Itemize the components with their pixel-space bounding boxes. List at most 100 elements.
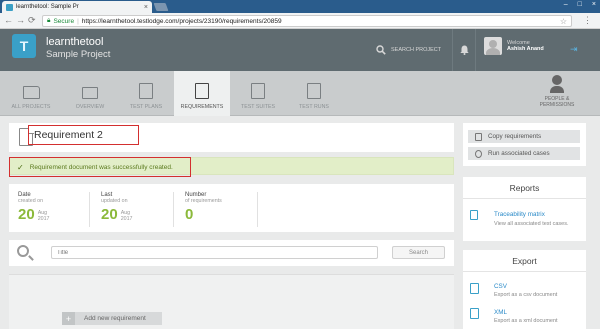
add-requirement-button[interactable]: + Add new requirement bbox=[62, 312, 162, 325]
divider bbox=[173, 192, 174, 227]
add-requirement-label: Add new requirement bbox=[84, 315, 146, 322]
reload-icon[interactable]: ⟳ bbox=[28, 15, 36, 26]
check-icon: ✓ bbox=[17, 162, 24, 172]
lock-icon: 🔒︎ bbox=[47, 17, 51, 24]
list-document-icon bbox=[251, 83, 265, 99]
run-icon bbox=[475, 149, 482, 158]
minimize-icon[interactable]: – bbox=[564, 1, 568, 8]
monitor-icon bbox=[82, 87, 98, 99]
page-title: Requirement 2 bbox=[28, 125, 139, 145]
xml-export-link[interactable]: XML bbox=[494, 309, 507, 316]
success-message: ✓ Requirement document was successfully … bbox=[9, 157, 191, 177]
stat-created: Date created on 20 Aug 2017 bbox=[18, 192, 49, 222]
traceability-description: View all associated test cases. bbox=[494, 221, 569, 227]
url-text: https://learnthetool.testlodge.com/proje… bbox=[81, 17, 282, 25]
run-associated-cases-label: Run associated cases bbox=[488, 150, 550, 157]
stats-panel: Date created on 20 Aug 2017 Last updated… bbox=[9, 184, 454, 232]
tab-test-plans[interactable]: TEST PLANS bbox=[118, 71, 174, 116]
stat-value: 20 bbox=[101, 206, 118, 223]
back-icon[interactable]: ← bbox=[4, 15, 13, 25]
success-text: Requirement document was successfully cr… bbox=[29, 163, 173, 171]
csv-file-icon bbox=[470, 283, 479, 294]
reports-heading: Reports bbox=[463, 177, 586, 199]
browser-tab-bar: learnthetool: Sample Pr × – □ × bbox=[0, 0, 600, 13]
csv-export-description: Export as a csv document bbox=[494, 292, 558, 298]
copy-requirements-label: Copy requirements bbox=[488, 133, 542, 140]
stat-sublabel: created on bbox=[18, 198, 44, 204]
search-project-button[interactable]: SEARCH PROJECT bbox=[370, 29, 448, 71]
divider bbox=[89, 192, 90, 227]
tab-test-suites[interactable]: TEST SUITES bbox=[230, 71, 286, 116]
bell-icon bbox=[459, 45, 469, 55]
tab-label: ALL PROJECTS bbox=[11, 104, 51, 110]
requirement-title-panel: Requirement 2 bbox=[9, 123, 454, 152]
tab-label-line2: PERMISSIONS bbox=[539, 102, 575, 108]
csv-export-link[interactable]: CSV bbox=[494, 283, 507, 290]
tab-label: TEST PLANS bbox=[129, 104, 163, 110]
plus-icon: + bbox=[62, 312, 75, 325]
address-bar: ← → ⟳ 🔒︎ Secure | https://learnthetool.t… bbox=[0, 13, 600, 29]
tab-label: REQUIREMENTS bbox=[180, 104, 224, 110]
checklist-icon bbox=[307, 83, 321, 99]
new-tab-button[interactable] bbox=[153, 3, 169, 11]
avatar bbox=[484, 37, 502, 55]
user-name: Ashish Anand bbox=[507, 46, 544, 52]
person-body-icon bbox=[550, 86, 564, 93]
project-name: Sample Project bbox=[46, 49, 111, 60]
window-controls: – □ × bbox=[564, 1, 596, 8]
favicon-icon bbox=[6, 3, 13, 11]
stat-value: 0 bbox=[185, 206, 194, 223]
search-panel: Search bbox=[9, 240, 454, 266]
xml-file-icon bbox=[470, 308, 479, 319]
run-associated-cases-button[interactable]: Run associated cases bbox=[468, 147, 580, 160]
stat-year: 2017 bbox=[120, 216, 133, 222]
logo-letter: T bbox=[19, 38, 29, 54]
search-button[interactable]: Search bbox=[392, 246, 445, 259]
app-logo[interactable]: T bbox=[12, 34, 36, 58]
tab-people-permissions[interactable]: PEOPLE & PERMISSIONS bbox=[532, 75, 582, 108]
tab-close-icon[interactable]: × bbox=[144, 4, 148, 11]
traceability-matrix-link[interactable]: Traceability matrix bbox=[494, 211, 545, 218]
document-icon bbox=[195, 83, 209, 99]
title-search-input[interactable] bbox=[51, 246, 378, 259]
browser-tab[interactable]: learnthetool: Sample Pr × bbox=[2, 1, 152, 13]
tab-label: TEST RUNS bbox=[299, 104, 329, 110]
tab-overview[interactable]: OVERVIEW bbox=[62, 71, 118, 116]
copy-icon bbox=[475, 132, 482, 141]
tab-requirements[interactable]: REQUIREMENTS bbox=[174, 71, 230, 116]
reports-panel: Reports Traceability matrix View all ass… bbox=[463, 177, 586, 241]
brand-name[interactable]: learnthetool bbox=[46, 36, 104, 48]
matrix-document-icon bbox=[470, 210, 478, 220]
search-project-label: SEARCH PROJECT bbox=[391, 47, 442, 53]
page-title-text: Requirement 2 bbox=[34, 129, 103, 141]
stat-sublabel: updated on bbox=[101, 198, 128, 204]
url-separator: | bbox=[77, 17, 79, 25]
person-icon bbox=[552, 75, 562, 85]
tab-test-runs[interactable]: TEST RUNS bbox=[286, 71, 342, 116]
forward-icon[interactable]: → bbox=[16, 15, 25, 25]
stat-sublabel: of requirements bbox=[185, 198, 222, 204]
tab-label: TEST SUITES bbox=[240, 104, 276, 110]
user-menu[interactable]: Welcome Ashish Anand bbox=[484, 37, 544, 55]
search-icon bbox=[376, 45, 386, 55]
stat-updated: Last updated on 20 Aug 2017 bbox=[101, 192, 132, 222]
stat-count: Number of requirements 0 bbox=[185, 192, 222, 222]
copy-requirements-button[interactable]: Copy requirements bbox=[468, 130, 580, 143]
bookmark-star-icon[interactable]: ☆ bbox=[560, 17, 567, 26]
maximize-icon[interactable]: □ bbox=[578, 1, 582, 8]
secure-label: Secure bbox=[53, 17, 75, 25]
tab-all-projects[interactable]: ALL PROJECTS bbox=[3, 71, 59, 116]
logout-icon[interactable]: ⇥ bbox=[570, 44, 578, 55]
browser-menu-icon[interactable]: ⋮ bbox=[583, 15, 592, 26]
tab-label: OVERVIEW bbox=[75, 104, 105, 110]
edit-document-icon bbox=[139, 83, 153, 99]
folder-icon bbox=[22, 86, 40, 99]
export-heading: Export bbox=[463, 250, 586, 272]
notifications-button[interactable] bbox=[452, 29, 476, 71]
xml-export-description: Export as a xml document bbox=[494, 318, 558, 324]
divider bbox=[257, 192, 258, 227]
url-input[interactable]: 🔒︎ Secure | https://learnthetool.testlod… bbox=[42, 15, 572, 27]
search-icon[interactable] bbox=[17, 245, 29, 257]
tab-title: learnthetool: Sample Pr bbox=[16, 4, 79, 10]
close-window-icon[interactable]: × bbox=[592, 1, 596, 8]
